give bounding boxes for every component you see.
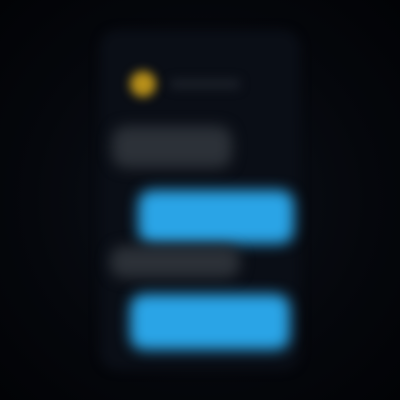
contact-name — [170, 79, 240, 89]
outgoing-message-bubble[interactable] — [130, 294, 290, 350]
avatar-icon[interactable] — [130, 71, 156, 97]
chat-header[interactable] — [130, 64, 280, 104]
incoming-message-bubble[interactable] — [110, 246, 240, 278]
screen — [0, 0, 400, 400]
incoming-message-bubble[interactable] — [112, 126, 232, 168]
outgoing-message-bubble[interactable] — [138, 190, 294, 244]
